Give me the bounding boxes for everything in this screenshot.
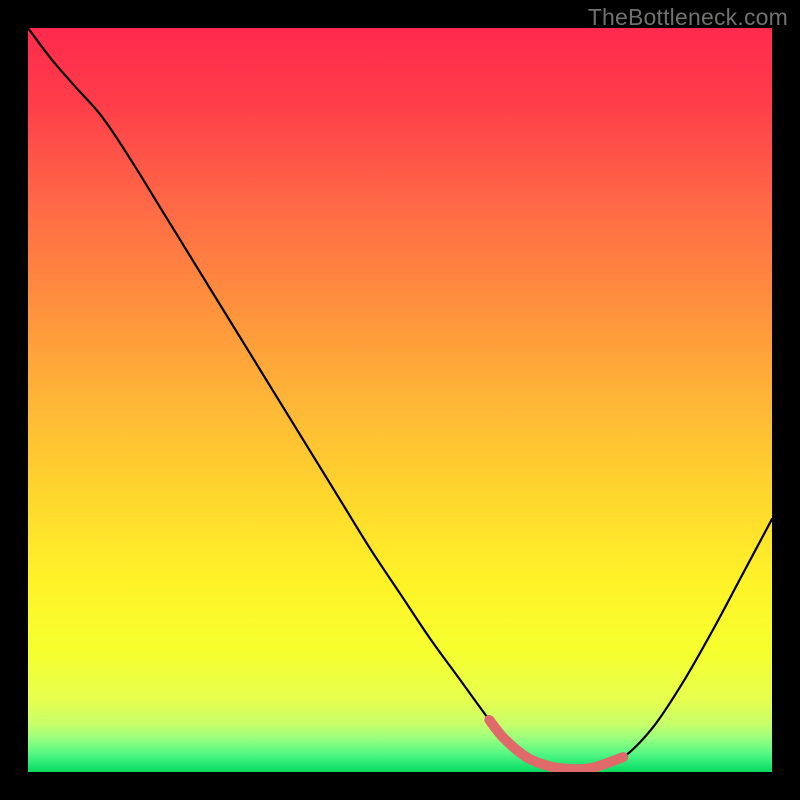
bottleneck-curve-chart bbox=[28, 28, 772, 772]
gradient-background bbox=[28, 28, 772, 772]
chart-stage: TheBottleneck.com bbox=[0, 0, 800, 800]
watermark-label: TheBottleneck.com bbox=[588, 4, 788, 31]
